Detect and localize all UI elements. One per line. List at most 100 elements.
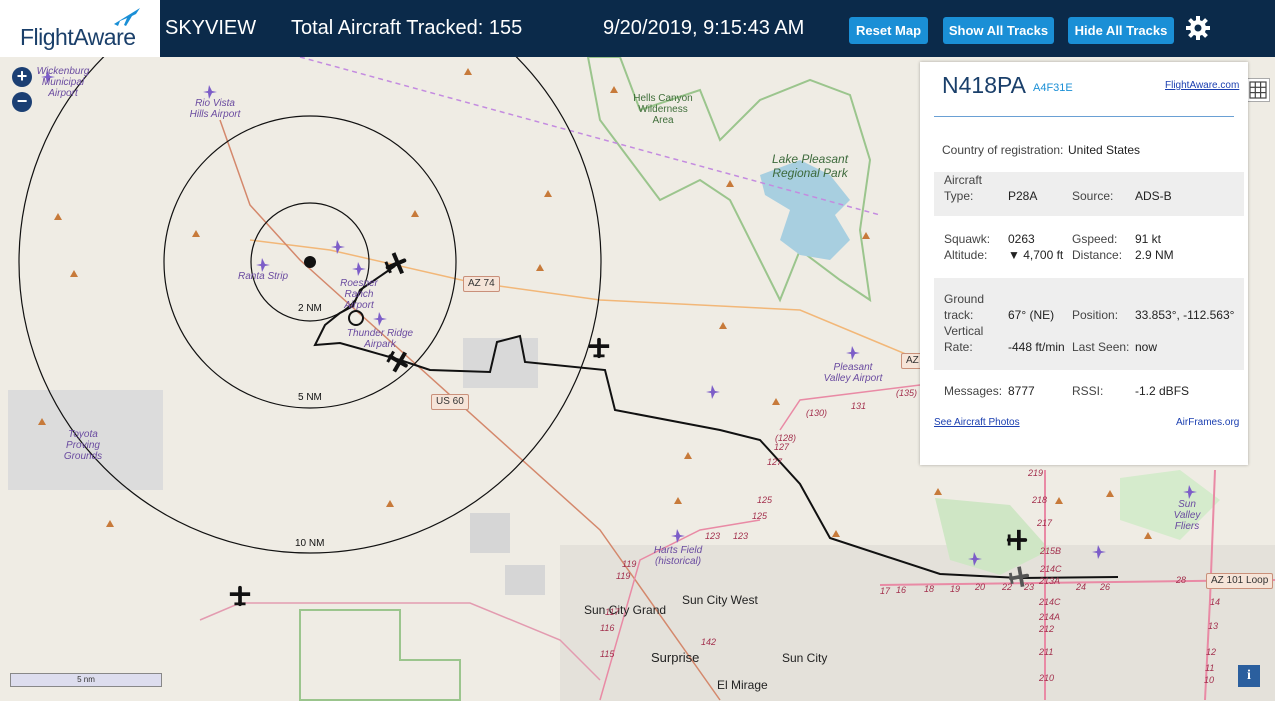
aircraft-photos-link[interactable]: See Aircraft Photos: [934, 417, 1020, 428]
aircraft-icon[interactable]: [1005, 528, 1029, 552]
distance-label: Distance:: [1072, 248, 1123, 262]
route-number: 214C: [1039, 597, 1061, 607]
total-aircraft-tracked: Total Aircraft Tracked: 155: [291, 17, 523, 39]
app-name: SKYVIEW: [165, 17, 257, 39]
route-number: 18: [924, 584, 935, 594]
gspeed-value: 91 kt: [1135, 232, 1162, 246]
route-number: 125: [757, 495, 773, 505]
altitude-value: ▼ 4,700 ft: [1008, 248, 1064, 262]
reset-map-button[interactable]: Reset Map: [849, 17, 928, 44]
route-number: 127: [774, 442, 790, 452]
route-number: 119: [622, 559, 637, 569]
route-number: 16: [896, 585, 907, 595]
town-label: Sun City: [782, 651, 828, 665]
route-number: 123: [705, 531, 721, 541]
flightaware-link[interactable]: FlightAware.com: [1165, 80, 1239, 91]
messages-value: 8777: [1008, 384, 1035, 398]
top-bar: FlightAware SKYVIEW Total Aircraft Track…: [0, 0, 1275, 57]
vertical-rate-label: Vertical Rate:: [944, 324, 984, 354]
route-number: 10: [1204, 675, 1215, 685]
route-number: 217: [1037, 518, 1053, 528]
receiver-location: [304, 256, 316, 268]
highway-shield: US 60: [431, 394, 469, 410]
show-all-tracks-button[interactable]: Show All Tracks: [943, 17, 1054, 44]
vertical-rate-value: -448 ft/min: [1008, 340, 1065, 354]
position-label: Position:: [1072, 308, 1119, 322]
route-number: 218: [1032, 495, 1048, 505]
route-number: 13: [1208, 621, 1219, 631]
area-label: Toyota Proving Grounds: [63, 429, 103, 462]
aircraft-info-panel: N418PA A4F31E FlightAware.com Country of…: [920, 62, 1248, 465]
airport-label: Sun Valley Fliers: [1173, 499, 1201, 532]
route-number: 19: [950, 584, 961, 594]
aircraft-icon[interactable]: [228, 584, 252, 608]
hide-all-tracks-button[interactable]: Hide All Tracks: [1068, 17, 1174, 44]
map-scale: 5 nm: [10, 673, 162, 687]
highway-shield: AZ 74: [463, 276, 500, 292]
country-value: United States: [1068, 143, 1141, 157]
info-button[interactable]: i: [1238, 665, 1260, 687]
logo-text: FlightAware: [20, 24, 136, 50]
squawk-value: 0263: [1008, 232, 1035, 246]
airport-label: Thunder Ridge Airpark: [346, 328, 414, 350]
route-number: 117: [605, 607, 620, 617]
route-number: 20: [975, 582, 986, 592]
source-value: ADS-B: [1135, 189, 1172, 203]
ground-track-label: Ground track:: [944, 292, 985, 322]
aircraft-icon[interactable]: [385, 348, 411, 374]
town-label: Sun City Grand: [584, 603, 667, 617]
route-number: 212: [1039, 624, 1055, 634]
route-number: 28: [1176, 575, 1187, 585]
aircraft-tail-number: N418PA: [942, 72, 1026, 98]
route-number: 125: [752, 511, 768, 521]
layers-grid-button[interactable]: [1246, 78, 1270, 102]
aircraft-type-value: P28A: [1008, 189, 1038, 203]
route-number: 11: [1205, 663, 1215, 673]
ground-track-value: 67° (NE): [1008, 308, 1055, 322]
route-number: 219: [1028, 468, 1044, 478]
zoom-out-button[interactable]: −: [12, 92, 32, 112]
gear-icon[interactable]: [1184, 14, 1212, 42]
route-number: (135): [896, 388, 918, 398]
route-number: 12: [1206, 647, 1217, 657]
route-number: 119: [616, 571, 631, 581]
aircraft-icon[interactable]: [587, 336, 611, 360]
flightaware-logo[interactable]: FlightAware: [0, 0, 160, 57]
highway-shield: AZ 101 Loop: [1206, 573, 1274, 589]
route-number: 23: [1024, 582, 1035, 592]
park-label: Hells Canyon Wilderness Area: [633, 93, 693, 126]
range-ring-label-2nm: 2 NM: [296, 303, 324, 314]
altitude-label: Altitude:: [944, 248, 988, 262]
last-seen-value: now: [1135, 340, 1158, 354]
messages-label: Messages:: [944, 384, 1003, 398]
airport-label: Roesner Ranch Airport: [340, 278, 378, 311]
zoom-in-button[interactable]: +: [12, 67, 32, 87]
country-label: Country of registration:: [942, 143, 1064, 157]
aircraft-hex-code: A4F31E: [1033, 82, 1073, 94]
route-number: 142: [701, 637, 717, 647]
current-datetime: 9/20/2019, 9:15:43 AM: [603, 17, 805, 39]
grid-icon: [1249, 81, 1267, 99]
park-label: Lake Pleasant Regional Park: [771, 152, 849, 180]
panel-divider: [934, 116, 1234, 117]
airport-label: Rio Vista Hills Airport: [189, 98, 241, 120]
airport-label: Wickenburg Municipal Airport: [36, 66, 90, 99]
route-number: (130): [806, 408, 828, 418]
route-number: 115: [600, 649, 615, 659]
route-number: 24: [1076, 582, 1087, 592]
route-number: 123: [733, 531, 749, 541]
range-ring-label-10nm: 10 NM: [293, 538, 327, 549]
route-number: 215B: [1040, 546, 1062, 556]
town-label: Surprise: [651, 650, 700, 665]
route-number: 131: [851, 401, 867, 411]
airport-label: Ranta Strip: [238, 271, 289, 282]
town-label: Sun City West: [682, 593, 758, 607]
airframes-link[interactable]: AirFrames.org: [1176, 417, 1239, 428]
distance-value: 2.9 NM: [1135, 248, 1174, 262]
airport-label: Pleasant Valley Airport: [823, 362, 883, 384]
town-label: El Mirage: [717, 678, 768, 692]
airport-label: Harts Field (historical): [653, 545, 703, 567]
squawk-label: Squawk:: [944, 232, 991, 246]
last-seen-label: Last Seen:: [1072, 340, 1130, 354]
aircraft-icon-selected[interactable]: [383, 251, 409, 277]
